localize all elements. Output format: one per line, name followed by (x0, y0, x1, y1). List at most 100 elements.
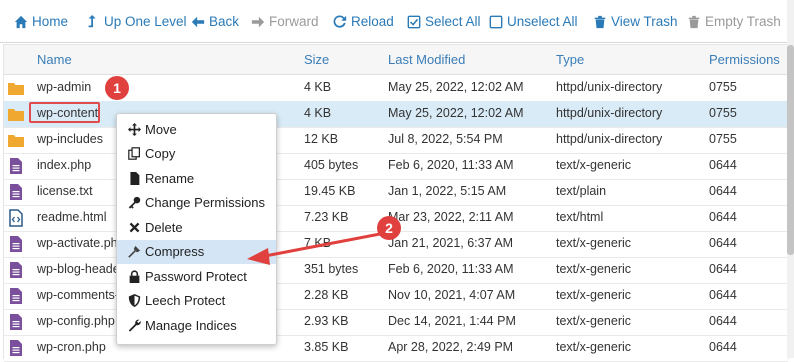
unselect-all-label: Unselect All (507, 14, 578, 29)
file-name[interactable]: readme.html (37, 210, 106, 224)
file-size: 4 KB (304, 80, 332, 94)
file-permissions: 0644 (709, 210, 737, 224)
file-name[interactable]: wp-admin (37, 80, 91, 94)
shield-icon (128, 294, 141, 307)
file-name[interactable]: license.txt (37, 184, 93, 198)
up-one-level-button[interactable]: Up One Level (86, 12, 187, 32)
folder-icon (8, 135, 24, 147)
selection-highlight-box (29, 102, 100, 123)
file-last-modified: Feb 6, 2020, 11:33 AM (388, 262, 514, 276)
file-type: text/x-generic (556, 340, 632, 354)
column-header-permissions[interactable]: Permissions (709, 52, 780, 67)
context-menu-item-label: Delete (145, 219, 183, 235)
wrench-icon (128, 319, 141, 332)
move-icon (128, 122, 141, 136)
scrollbar-thumb[interactable] (787, 45, 794, 255)
file-name[interactable]: index.php (37, 158, 91, 172)
column-header-size[interactable]: Size (304, 52, 329, 67)
context-menu-item-compress[interactable]: Compress (117, 239, 276, 264)
context-menu: Move Copy Rename Change Permissions Delete Co… (116, 113, 277, 345)
context-menu-item-password-protect[interactable]: Password Protect (117, 264, 276, 288)
forward-label: Forward (269, 14, 319, 29)
file-permissions: 0755 (709, 80, 737, 94)
file-type: text/x-generic (556, 262, 632, 276)
table-header: Name Size Last Modified Type Permissions (4, 45, 788, 75)
context-menu-item-label: Password Protect (145, 268, 247, 284)
step-badge-1: 1 (105, 76, 129, 100)
file-last-modified: Apr 28, 2022, 2:49 PM (388, 340, 514, 354)
file-name[interactable]: wp-activate.php (37, 236, 125, 250)
file-name[interactable]: wp-includes (37, 132, 103, 146)
file-type: httpd/unix-directory (556, 80, 663, 94)
reload-label: Reload (351, 14, 394, 29)
back-button[interactable]: Back (191, 12, 239, 32)
file-size: 351 bytes (304, 262, 359, 276)
scrollbar[interactable] (787, 0, 794, 358)
lock-icon (129, 269, 140, 283)
home-button[interactable]: Home (14, 12, 68, 32)
context-menu-item-label: Compress (145, 244, 205, 259)
file-size: 4 KB (304, 106, 332, 120)
back-label: Back (209, 14, 240, 29)
file-size: 7.23 KB (304, 210, 349, 224)
file-permissions: 0644 (709, 184, 737, 198)
file-permissions: 0644 (709, 340, 737, 354)
arrow-left-icon (191, 16, 205, 28)
file-type: text/html (556, 210, 604, 224)
select-all-button[interactable]: Select All (407, 12, 481, 32)
file-size: 405 bytes (304, 158, 359, 172)
copy-icon (128, 147, 140, 160)
up-one-level-label: Up One Level (104, 14, 187, 29)
empty-trash-button[interactable]: Empty Trash (687, 12, 781, 32)
file-manager-toolbar: Home Up One Level Back Forward Reload Se… (0, 0, 794, 43)
context-menu-item-manage-indices[interactable]: Manage Indices (117, 313, 276, 337)
checkbox-empty-icon (489, 15, 503, 29)
file-size: 2.28 KB (304, 288, 349, 302)
context-menu-item-move[interactable]: Move (117, 117, 276, 141)
file-last-modified: May 25, 2022, 12:02 AM (388, 106, 524, 120)
file-icon (10, 314, 22, 330)
file-icon (10, 340, 22, 356)
file-size: 12 KB (304, 132, 339, 146)
folder-icon (8, 109, 24, 121)
compress-icon (128, 245, 141, 258)
file-last-modified: Nov 10, 2021, 4:07 AM (388, 288, 516, 302)
unselect-all-button[interactable]: Unselect All (489, 12, 578, 32)
context-menu-item-leech-protect[interactable]: Leech Protect (117, 289, 276, 313)
file-size: 19.45 KB (304, 184, 356, 198)
forward-button[interactable]: Forward (251, 12, 319, 32)
column-header-last-modified[interactable]: Last Modified (388, 52, 465, 67)
trash-icon (594, 15, 606, 29)
select-all-label: Select All (425, 14, 481, 29)
reload-icon (333, 15, 347, 28)
trash-icon (688, 15, 700, 29)
file-type: httpd/unix-directory (556, 132, 663, 146)
checkbox-checked-icon (407, 15, 421, 29)
context-menu-item-label: Rename (145, 170, 195, 186)
level-up-icon (88, 15, 96, 28)
column-header-name[interactable]: Name (37, 52, 72, 67)
file-name[interactable]: wp-config.php (37, 314, 115, 328)
file-permissions: 0755 (709, 132, 737, 146)
reload-button[interactable]: Reload (333, 12, 394, 32)
context-menu-item-label: Move (145, 121, 177, 137)
context-menu-item-label: Manage Indices (145, 317, 237, 333)
context-menu-item-label: Copy (145, 146, 176, 161)
view-trash-label: View Trash (611, 14, 678, 29)
file-permissions: 0644 (709, 314, 737, 328)
context-menu-item-copy[interactable]: Copy (117, 142, 276, 166)
column-header-type[interactable]: Type (556, 52, 584, 67)
file-last-modified: May 25, 2022, 12:02 AM (388, 80, 524, 94)
file-icon (10, 158, 22, 174)
view-trash-button[interactable]: View Trash (593, 12, 678, 32)
context-menu-item-change-permissions[interactable]: Change Permissions (117, 191, 276, 215)
file-type: text/x-generic (556, 314, 632, 328)
file-name[interactable]: wp-cron.php (37, 340, 106, 354)
empty-trash-label: Empty Trash (705, 14, 781, 29)
home-label: Home (32, 14, 69, 29)
context-menu-item-rename[interactable]: Rename (117, 166, 276, 190)
context-menu-item-delete[interactable]: Delete (117, 215, 276, 239)
context-menu-item-label: Change Permissions (145, 195, 265, 210)
file-icon (10, 236, 22, 252)
file-icon (10, 262, 22, 278)
